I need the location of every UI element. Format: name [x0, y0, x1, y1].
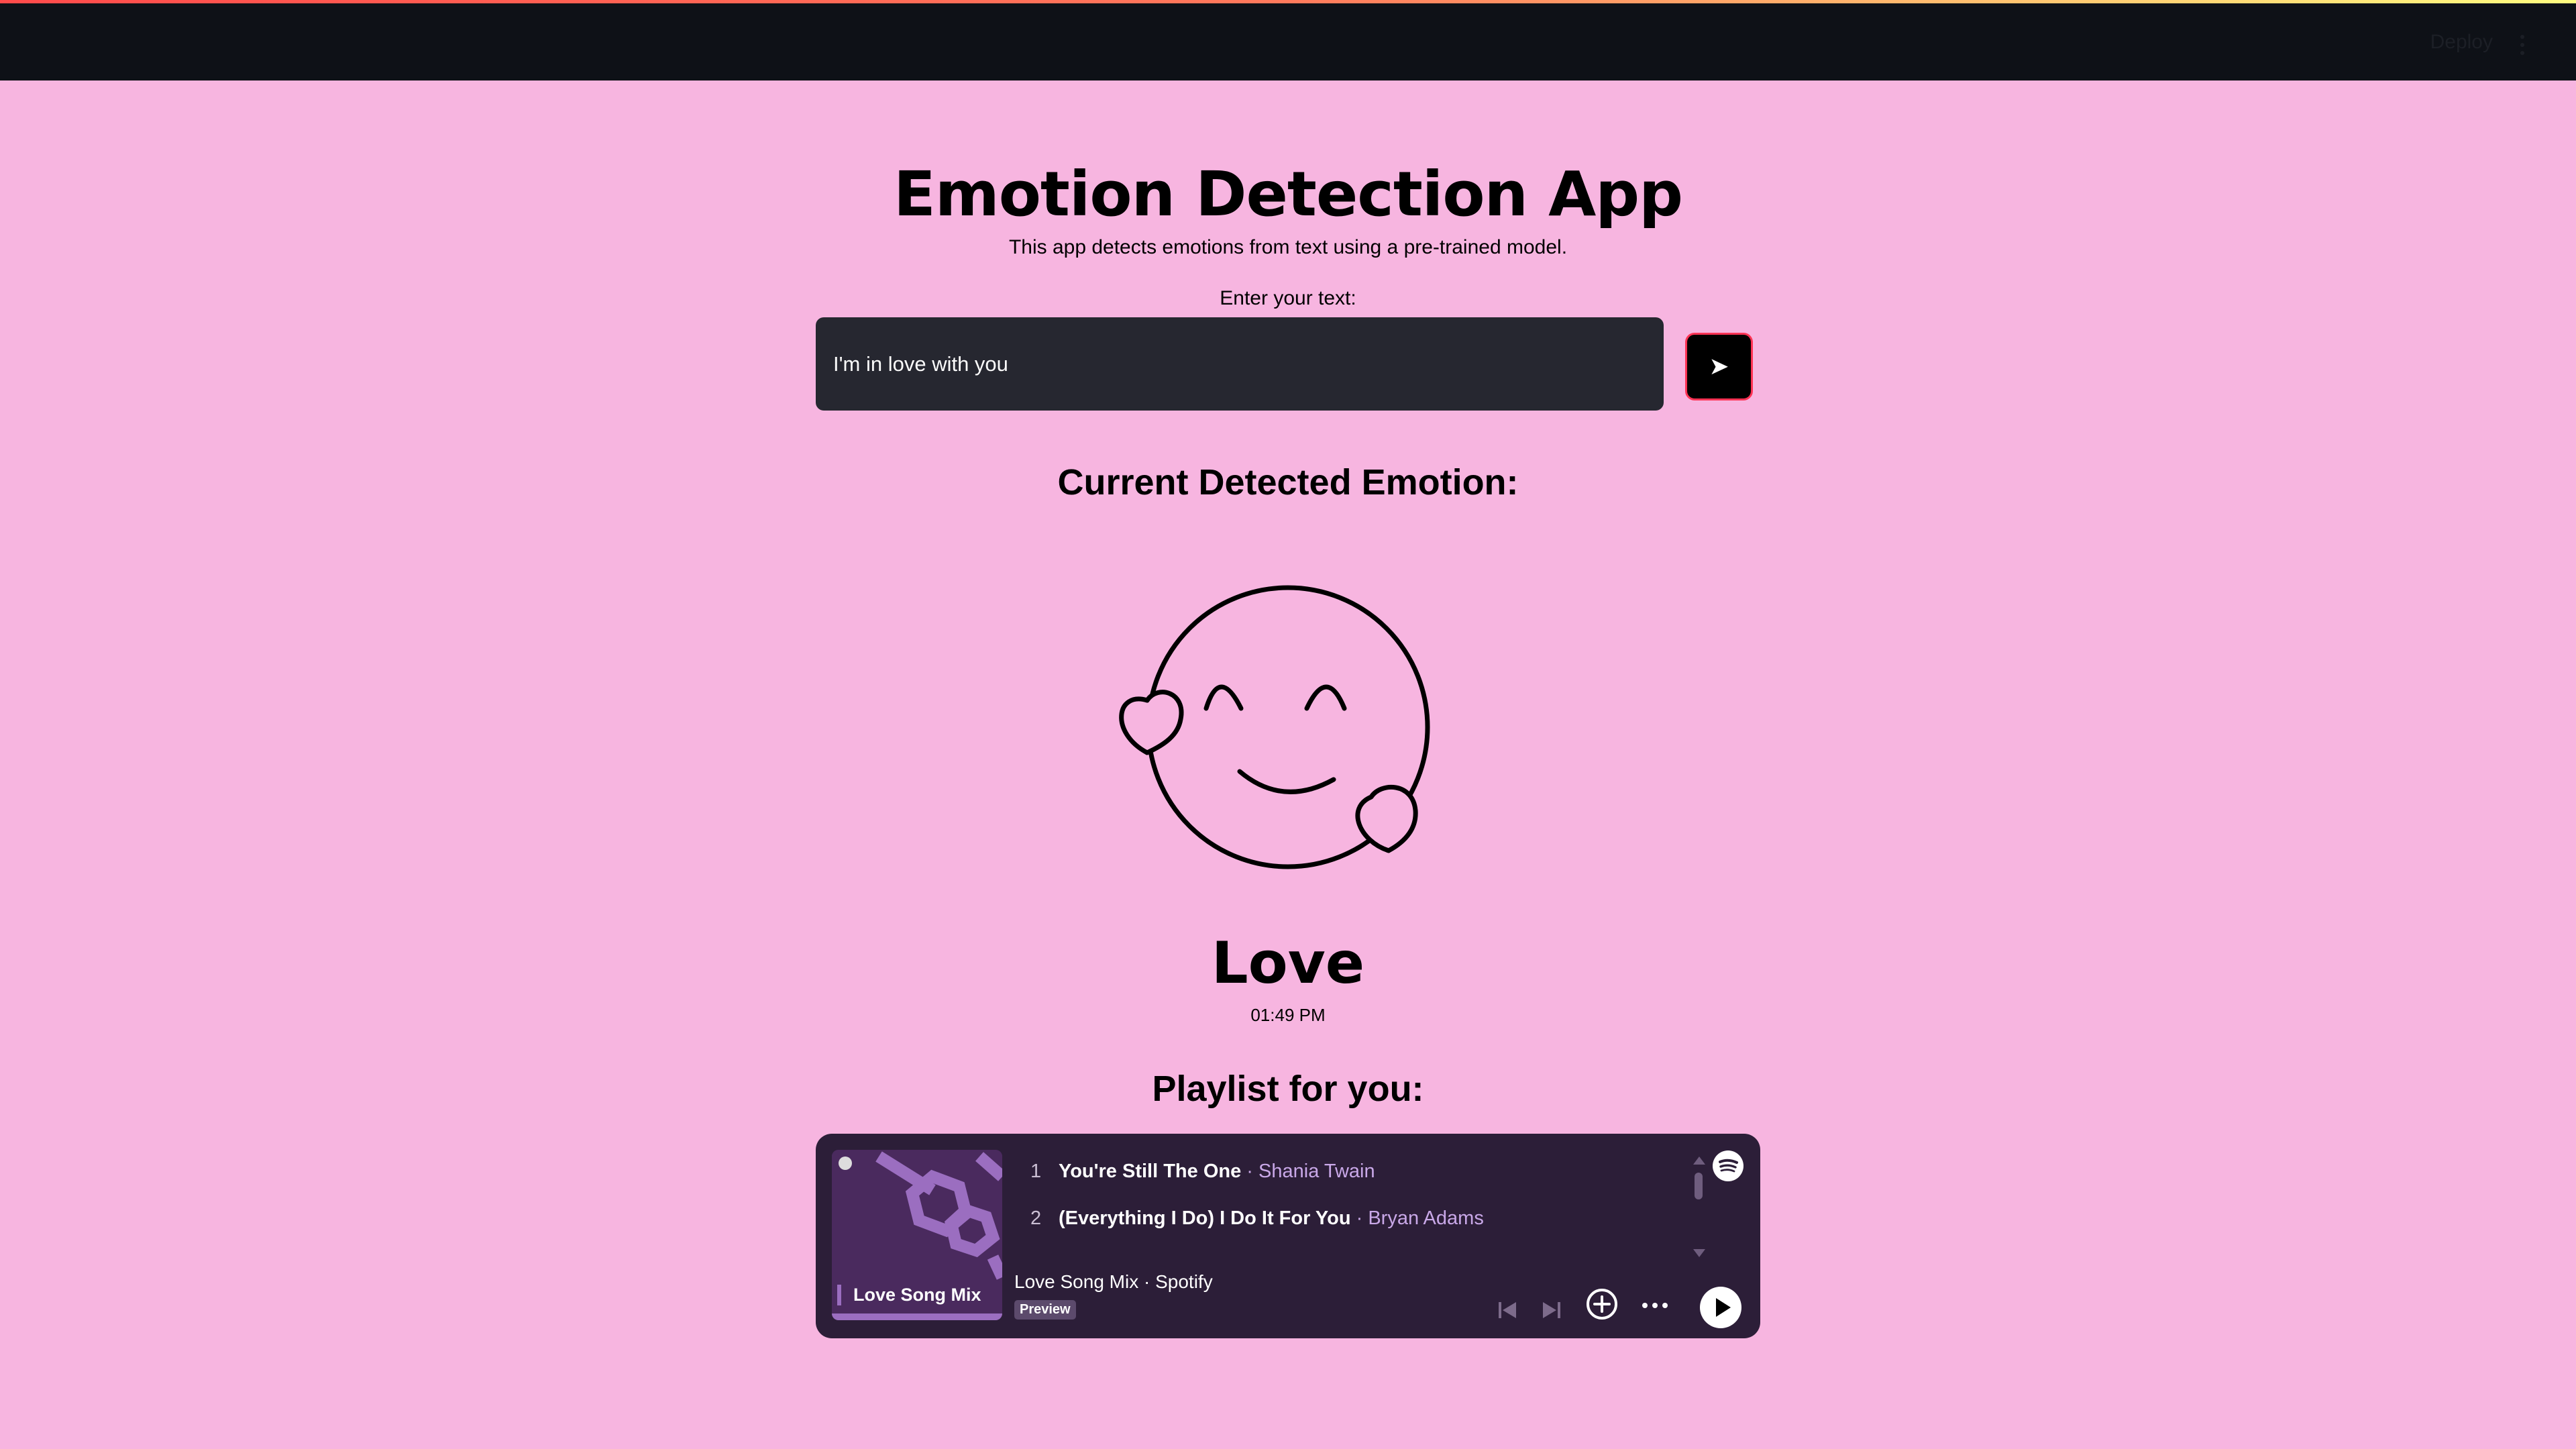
track-row[interactable]: 1 You're Still The One · Shania Twain [1030, 1161, 1375, 1183]
add-to-library-icon[interactable] [1585, 1287, 1619, 1322]
detected-emotion-name: Love [1211, 930, 1365, 997]
cover-accent-bar [832, 1313, 1002, 1320]
vertical-dots-icon[interactable] [2517, 35, 2528, 55]
text-input[interactable] [816, 317, 1664, 411]
spotify-small-icon [839, 1157, 852, 1170]
scroll-up-icon[interactable] [1693, 1157, 1705, 1165]
play-icon[interactable] [1699, 1285, 1743, 1330]
track-title: (Everything I Do) I Do It For You [1059, 1208, 1351, 1229]
track-number: 1 [1030, 1161, 1042, 1182]
app-header: Deploy [0, 0, 2576, 80]
track-row[interactable]: 2 (Everything I Do) I Do It For You · Br… [1030, 1208, 1484, 1230]
header-decoration [0, 0, 2576, 3]
track-artist[interactable]: Bryan Adams [1368, 1208, 1483, 1229]
more-options-icon[interactable] [1640, 1292, 1670, 1319]
tracklist-scrollbar[interactable] [1692, 1157, 1705, 1257]
track-separator: · [1356, 1208, 1363, 1229]
scrollbar-thumb[interactable] [1695, 1173, 1703, 1199]
playlist-meta[interactable]: Love Song Mix · Spotify [1014, 1271, 1213, 1293]
page-title: Emotion Detection App [894, 158, 1683, 230]
smiling-face-with-hearts-icon [1100, 577, 1449, 872]
send-button[interactable]: ➤ [1685, 333, 1753, 400]
current-emotion-heading: Current Detected Emotion: [1057, 462, 1519, 502]
track-artist[interactable]: Shania Twain [1258, 1161, 1375, 1182]
cover-title: Love Song Mix [837, 1285, 981, 1305]
deploy-button[interactable]: Deploy [2430, 31, 2493, 54]
previous-track-icon[interactable] [1496, 1299, 1519, 1322]
page-subtitle: This app detects emotions from text usin… [1008, 236, 1568, 258]
scroll-down-icon[interactable] [1693, 1249, 1705, 1257]
track-title: You're Still The One [1059, 1161, 1242, 1182]
text-input-label: Enter your text: [1220, 287, 1356, 309]
preview-badge: Preview [1014, 1300, 1076, 1320]
playlist-cover[interactable]: Love Song Mix [832, 1150, 1002, 1320]
track-separator: · [1246, 1161, 1253, 1182]
spotify-logo-icon[interactable] [1712, 1150, 1744, 1182]
track-number: 2 [1030, 1208, 1042, 1229]
send-arrow-icon: ➤ [1709, 353, 1729, 380]
next-track-icon[interactable] [1540, 1299, 1563, 1322]
detection-timestamp: 01:49 PM [1250, 1005, 1326, 1025]
spotify-embed: Love Song Mix 1 You're Still The One · S… [816, 1134, 1760, 1338]
playlist-heading: Playlist for you: [1152, 1069, 1424, 1109]
